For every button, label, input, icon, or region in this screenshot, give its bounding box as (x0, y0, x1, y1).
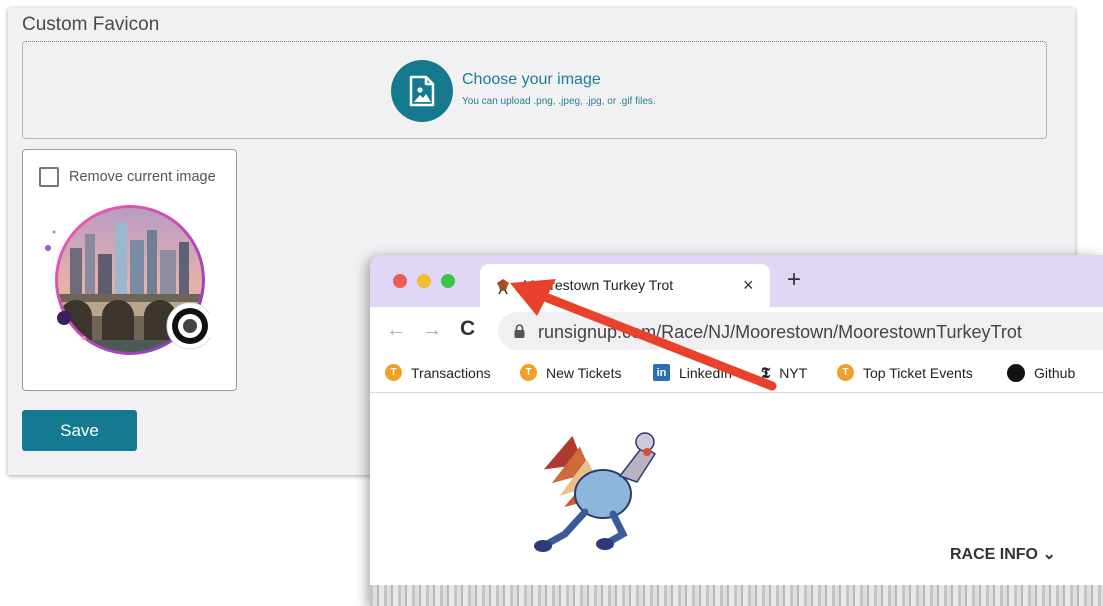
hero-image (370, 585, 1103, 606)
window-maximize-button[interactable] (441, 274, 455, 288)
address-bar[interactable]: runsignup.com/Race/NJ/Moorestown/Moorest… (498, 312, 1103, 350)
tab-strip: Moorestown Turkey Trot × + (370, 255, 1103, 307)
current-favicon-image (45, 205, 210, 355)
browser-toolbar: ← → C runsignup.com/Race/NJ/Moorestown/M… (370, 307, 1103, 357)
save-button[interactable]: Save (22, 410, 137, 451)
bookmark-transactions[interactable]: T Transactions (385, 364, 491, 381)
forward-arrow-icon[interactable]: → (422, 319, 442, 342)
linkedin-icon: in (653, 364, 670, 381)
window-close-button[interactable] (393, 274, 407, 288)
bookmark-label: New Tickets (546, 364, 622, 381)
reload-icon[interactable]: C (460, 317, 475, 341)
bookmark-label: Github (1034, 365, 1076, 381)
bookmark-nyt[interactable]: 𝕿 NYT (761, 364, 807, 382)
bookmark-github[interactable]: Github (1007, 364, 1075, 382)
bookmark-label: NYT (779, 365, 808, 381)
turkey-favicon-icon (497, 279, 509, 295)
chevron-down-icon: ⌄ (1042, 546, 1056, 563)
upload-hint: You can upload .png, .jpeg, .jpg, or .gi… (462, 96, 656, 107)
image-upload-icon[interactable] (391, 60, 453, 122)
url-text[interactable]: runsignup.com/Race/NJ/Moorestown/Moorest… (538, 322, 1022, 343)
bookmark-label: Top Ticket Events (863, 364, 973, 381)
upload-dropzone[interactable]: Choose your image You can upload .png, .… (22, 41, 1047, 139)
browser-window: Moorestown Turkey Trot × + ← → C runsign… (370, 255, 1103, 606)
tab-title: Moorestown Turkey Trot (523, 277, 674, 293)
bookmark-linkedin[interactable]: in LinkedIn (653, 364, 732, 381)
t-badge-icon: T (385, 364, 402, 381)
new-tab-button[interactable]: + (787, 268, 801, 292)
choose-image-link[interactable]: Choose your image (462, 71, 601, 89)
race-info-menu[interactable]: RACE INFO ⌄ (950, 544, 1056, 564)
back-arrow-icon[interactable]: ← (386, 319, 406, 342)
bookmark-label: Transactions (411, 364, 491, 381)
bookmark-new-tickets[interactable]: T New Tickets (520, 364, 621, 381)
remove-current-image-option[interactable]: Remove current image (39, 167, 216, 187)
t-badge-icon: T (520, 364, 537, 381)
remove-image-label[interactable]: Remove current image (69, 169, 216, 185)
remove-image-checkbox[interactable] (39, 167, 59, 187)
nyt-icon: 𝕿 (761, 364, 771, 382)
t-badge-icon: T (837, 364, 854, 381)
race-info-label: RACE INFO (950, 546, 1038, 563)
card-title: Custom Favicon (22, 14, 160, 35)
bookmark-top-ticket-events[interactable]: T Top Ticket Events (837, 364, 973, 381)
window-minimize-button[interactable] (417, 274, 431, 288)
github-icon (1007, 364, 1025, 382)
bookmarks-bar: T Transactions T New Tickets in LinkedIn… (370, 357, 1103, 393)
active-tab[interactable]: Moorestown Turkey Trot × (480, 264, 770, 307)
web-page-content: RACE INFO ⌄ (370, 394, 1103, 606)
tab-close-icon[interactable]: × (743, 275, 754, 296)
current-image-panel: Remove current image (22, 149, 237, 391)
bookmark-label: LinkedIn (679, 364, 732, 381)
lock-icon (514, 324, 525, 338)
running-turkey-logo (534, 432, 657, 552)
